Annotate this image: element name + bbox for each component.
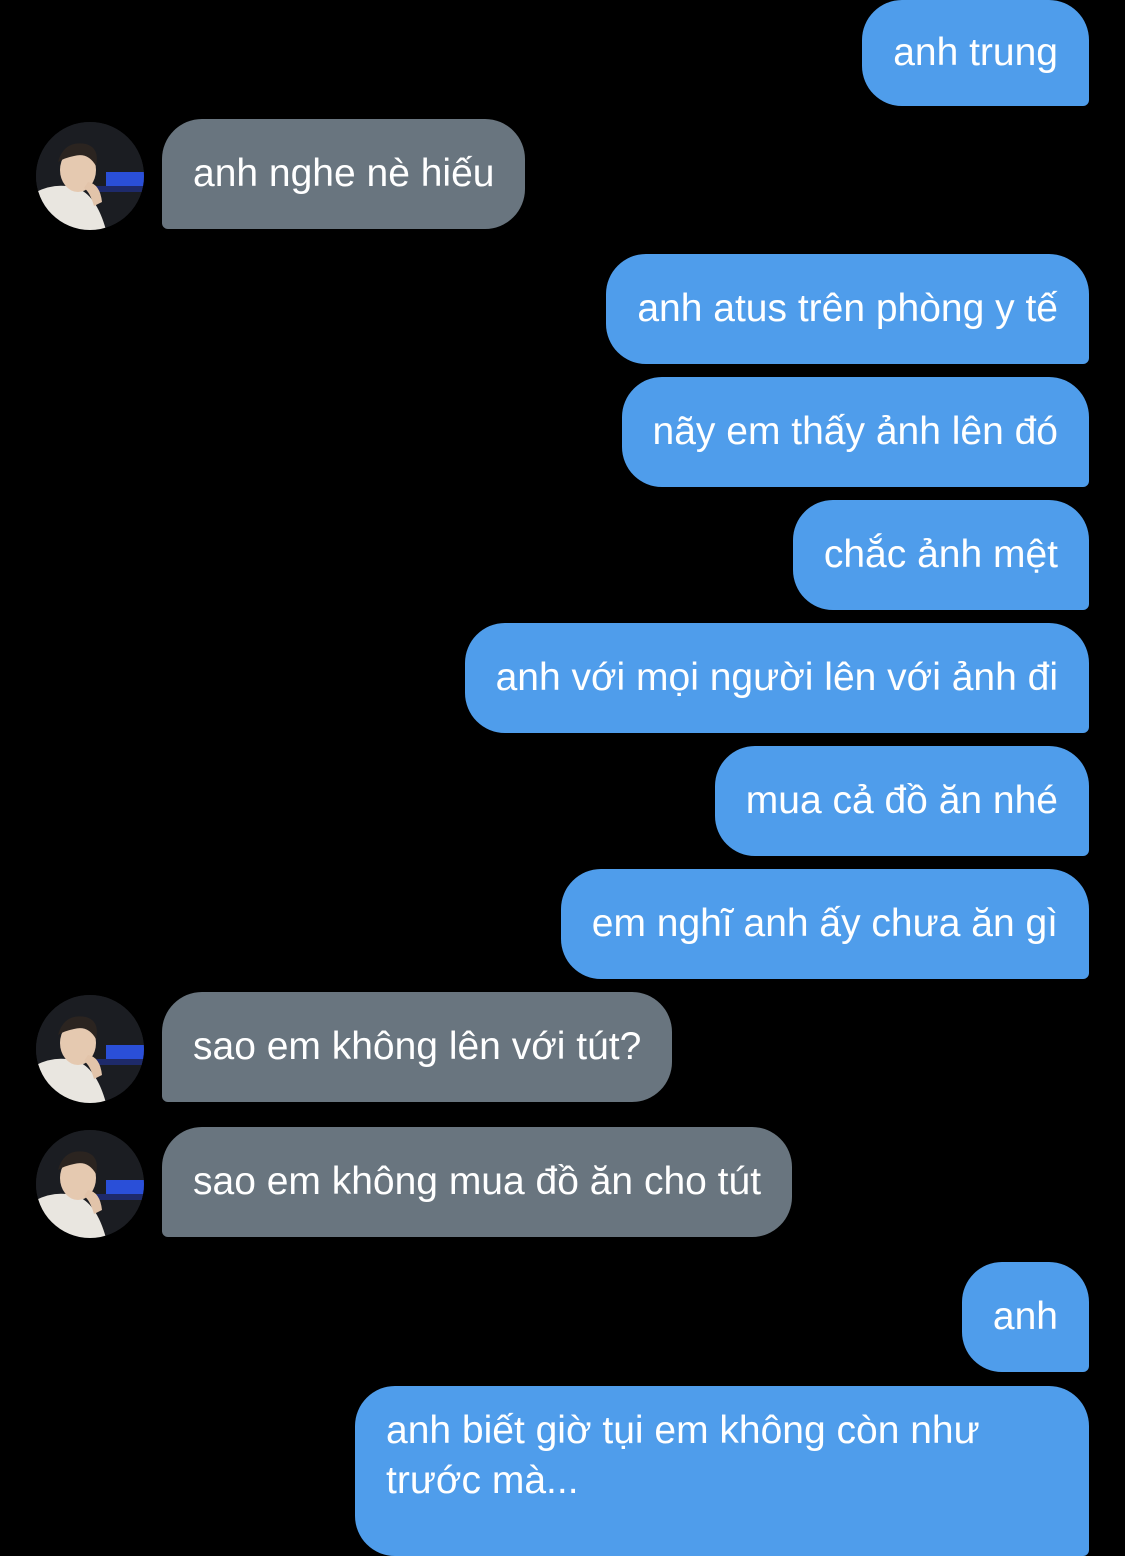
sent-message-bubble[interactable]: anh bbox=[961, 1262, 1089, 1372]
received-message-bubble[interactable]: anh nghe nè hiếu bbox=[162, 119, 526, 229]
sent-message-bubble[interactable]: mua cả đồ ăn nhé bbox=[714, 746, 1089, 856]
profile-photo-icon bbox=[36, 995, 144, 1103]
message-text: sao em không mua đồ ăn cho tút bbox=[193, 1160, 762, 1203]
sent-message-bubble[interactable]: chắc ảnh mệt bbox=[792, 500, 1089, 610]
message-text: nãy em thấy ảnh lên đó bbox=[652, 410, 1058, 453]
message-text: anh atus trên phòng y tế bbox=[637, 287, 1058, 330]
sent-message-bubble[interactable]: nãy em thấy ảnh lên đó bbox=[621, 377, 1089, 487]
sent-message-bubble[interactable]: anh atus trên phòng y tế bbox=[606, 254, 1089, 364]
message-text: em nghĩ anh ấy chưa ăn gì bbox=[591, 902, 1058, 945]
message-text: anh bbox=[992, 1295, 1058, 1338]
sent-message-bubble[interactable]: anh trung bbox=[862, 0, 1089, 106]
message-text: sao em không lên với tút? bbox=[193, 1025, 642, 1068]
contact-avatar[interactable] bbox=[36, 122, 144, 230]
received-message-bubble[interactable]: sao em không mua đồ ăn cho tút bbox=[162, 1127, 793, 1237]
received-message-bubble[interactable]: sao em không lên với tút? bbox=[162, 992, 673, 1102]
profile-photo-icon bbox=[36, 1130, 144, 1238]
message-text: anh nghe nè hiếu bbox=[193, 152, 495, 195]
sent-message-bubble[interactable]: em nghĩ anh ấy chưa ăn gì bbox=[560, 869, 1089, 979]
contact-avatar[interactable] bbox=[36, 995, 144, 1103]
contact-avatar[interactable] bbox=[36, 1130, 144, 1238]
message-text: anh với mọi người lên với ảnh đi bbox=[495, 656, 1058, 699]
message-text: chắc ảnh mệt bbox=[823, 533, 1058, 576]
message-text: anh biết giờ tụi em không còn như trước … bbox=[386, 1409, 980, 1502]
sent-message-bubble[interactable]: anh với mọi người lên với ảnh đi bbox=[464, 623, 1089, 733]
sent-message-bubble[interactable]: anh biết giờ tụi em không còn như trước … bbox=[355, 1386, 1089, 1556]
message-text: mua cả đồ ăn nhé bbox=[745, 779, 1058, 822]
profile-photo-icon bbox=[36, 122, 144, 230]
message-text: anh trung bbox=[893, 31, 1058, 74]
